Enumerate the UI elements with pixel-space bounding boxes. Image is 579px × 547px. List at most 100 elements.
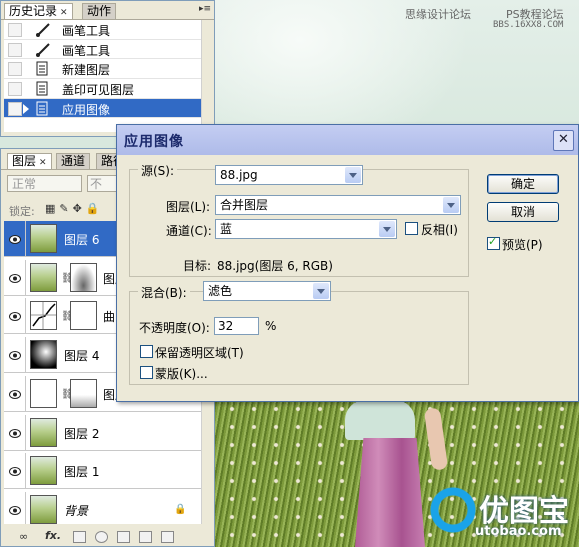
layer-name: 图层 2 — [64, 426, 100, 441]
visibility-eye-icon[interactable] — [9, 272, 21, 283]
layers-footer: ∞ fx. — [1, 529, 214, 547]
panel-menu-icon[interactable]: ▸≡ — [199, 4, 211, 14]
layer-mask-thumbnail[interactable] — [70, 378, 97, 408]
layer-thumbnail[interactable] — [30, 417, 57, 447]
target-label: 目标: — [183, 259, 212, 273]
preserve-transparency-checkbox[interactable] — [140, 345, 153, 358]
visibility-eye-icon[interactable] — [9, 465, 21, 477]
history-item[interactable]: 应用图像 — [4, 98, 201, 119]
layer-thumbnail[interactable] — [30, 340, 57, 370]
history-scrollbar[interactable] — [201, 20, 214, 132]
tab-history[interactable]: 历史记录 ✕ — [4, 3, 73, 19]
layer-row-divider — [25, 491, 26, 524]
layer-mask-thumbnail[interactable] — [70, 262, 97, 292]
cancel-button[interactable]: 取消 — [487, 202, 559, 222]
history-item-label: 画笔工具 — [62, 24, 111, 38]
layer-thumbnail[interactable] — [30, 378, 57, 408]
history-snapshot-checkbox[interactable] — [8, 42, 22, 57]
layer-row[interactable]: 图层 2 — [4, 414, 201, 451]
chevron-down-icon[interactable] — [313, 283, 329, 299]
tab-channels[interactable]: 通道 — [56, 153, 91, 169]
lock-all-icon[interactable]: 🔒 — [86, 202, 104, 215]
invert-label: 反相(I) — [421, 223, 458, 237]
link-layers-icon[interactable]: ∞ — [19, 530, 28, 543]
visibility-eye-icon[interactable] — [9, 504, 21, 515]
source-value: 88.jpg — [220, 168, 258, 182]
lock-move-icon[interactable]: ✥ — [73, 202, 86, 215]
tab-actions[interactable]: 动作 — [82, 3, 117, 19]
chevron-down-icon[interactable] — [443, 197, 459, 213]
history-snapshot-checkbox[interactable] — [8, 82, 22, 97]
visibility-eye-icon[interactable] — [9, 233, 21, 244]
layer-row[interactable]: 背景 🔒 — [4, 491, 201, 524]
history-snapshot-checkbox[interactable] — [8, 62, 22, 77]
blend-mode-select[interactable]: 正常 — [7, 175, 82, 192]
delete-layer-icon[interactable] — [161, 531, 174, 543]
visibility-eye-icon[interactable] — [9, 388, 21, 399]
blending-label: 混合(B): — [138, 284, 190, 301]
history-item[interactable]: 画笔工具 — [4, 40, 201, 60]
dialog-title-bar[interactable]: 应用图像 ✕ — [117, 125, 578, 155]
history-item[interactable]: 画笔工具 — [4, 20, 201, 40]
chevron-down-icon[interactable] — [379, 221, 395, 237]
tab-channels-label: 通道 — [61, 154, 86, 168]
layer-name: 图层 1 — [64, 465, 100, 480]
lock-icon: 🔒 — [174, 503, 187, 515]
layer-thumbnail[interactable] — [30, 494, 57, 524]
layer-thumbnail[interactable] — [30, 456, 57, 486]
history-snapshot-checkbox[interactable] — [8, 23, 22, 37]
layer-thumbnail[interactable] — [30, 224, 57, 253]
source-select[interactable]: 88.jpg — [215, 165, 363, 185]
mask-checkbox[interactable] — [140, 366, 153, 379]
blending-value: 滤色 — [208, 284, 233, 298]
history-item-label: 画笔工具 — [62, 43, 111, 58]
history-snapshot-checkbox[interactable] — [8, 101, 22, 116]
blending-select[interactable]: 滤色 — [203, 281, 331, 301]
adjustment-layer-icon[interactable] — [95, 531, 108, 543]
history-item[interactable]: 盖印可见图层 — [4, 79, 201, 99]
document-icon — [35, 61, 51, 76]
history-panel-tabs: 历史记录 ✕ 动作 ▸≡ — [1, 1, 214, 20]
document-icon — [35, 81, 51, 96]
close-icon[interactable]: ✕ — [553, 130, 574, 151]
site-logo: 优图宝 utobao.com — [425, 482, 575, 544]
opacity-input[interactable]: 32 — [214, 317, 259, 335]
visibility-eye-icon[interactable] — [9, 349, 21, 361]
ok-button[interactable]: 确定 — [487, 174, 559, 194]
layer-label: 图层(L): — [166, 200, 211, 214]
layer-select[interactable]: 合并图层 — [215, 195, 461, 215]
photo-subject-top — [345, 400, 415, 440]
photo-subject-skirt — [355, 438, 425, 547]
close-icon[interactable]: ✕ — [60, 8, 68, 18]
fx-button[interactable]: fx. — [45, 529, 61, 542]
watermark-url: BBS.16XX8.COM — [493, 20, 564, 30]
curves-adjustment-icon[interactable] — [30, 301, 57, 331]
watermark-site: 思缘设计论坛 — [405, 8, 471, 21]
lock-transparent-icon[interactable]: ▦ — [45, 202, 59, 215]
history-item[interactable]: 新建图层 — [4, 59, 201, 80]
layer-name: 背景 — [64, 503, 89, 518]
chevron-down-icon[interactable] — [345, 167, 361, 183]
visibility-eye-icon[interactable] — [9, 310, 21, 322]
layer-thumbnail[interactable] — [30, 262, 57, 292]
new-layer-icon[interactable] — [139, 531, 152, 543]
add-mask-icon[interactable] — [73, 531, 86, 543]
layer-mask-thumbnail[interactable] — [70, 301, 97, 331]
channel-value: 蓝 — [220, 222, 233, 236]
document-icon — [35, 101, 51, 116]
layer-row-divider — [25, 375, 26, 411]
channel-select[interactable]: 蓝 — [215, 219, 397, 239]
preview-checkbox[interactable] — [487, 235, 500, 250]
tab-layers[interactable]: 图层 ✕ — [7, 153, 52, 169]
opacity-field[interactable]: 不 — [87, 175, 117, 192]
invert-checkbox[interactable] — [405, 222, 418, 235]
layer-row[interactable]: 图层 1 — [4, 453, 201, 490]
visibility-eye-icon[interactable] — [9, 427, 21, 438]
close-icon[interactable]: ✕ — [39, 158, 47, 168]
new-group-icon[interactable] — [117, 531, 130, 543]
opacity-unit: % — [265, 319, 277, 333]
layer-row-divider — [25, 337, 26, 373]
lock-paint-icon[interactable]: ✎ — [59, 202, 72, 215]
lock-options: ▦✎✥🔒 — [45, 202, 104, 215]
layer-row-divider — [25, 414, 26, 450]
